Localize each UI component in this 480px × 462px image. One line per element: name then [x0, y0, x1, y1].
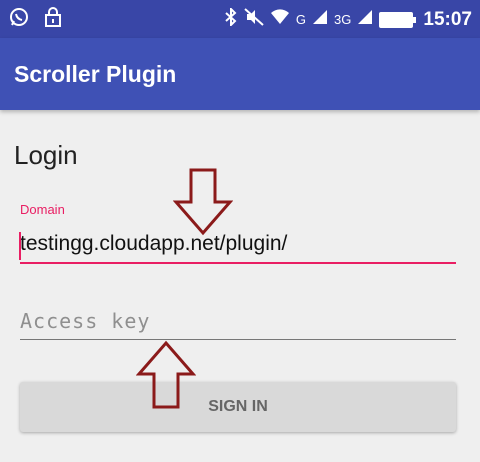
- mute-icon: [244, 8, 264, 31]
- whatsapp-icon: [8, 6, 30, 28]
- down-arrow-annotation: [173, 168, 233, 236]
- network-3g-label: 3G: [334, 12, 352, 27]
- up-arrow-annotation: [136, 340, 196, 409]
- signal-icon: [312, 9, 328, 30]
- domain-underline: [20, 262, 456, 264]
- access-key-underline: [20, 339, 456, 340]
- sign-in-button[interactable]: SIGN IN: [20, 382, 456, 432]
- domain-input[interactable]: testingg.cloudapp.net/plugin/: [20, 232, 287, 256]
- battery-icon: [379, 11, 417, 28]
- status-bar: G 3G 15:07: [0, 0, 480, 38]
- app-title: Scroller Plugin: [14, 61, 177, 87]
- domain-label: Domain: [20, 202, 65, 217]
- signal-3g-icon: [357, 9, 373, 30]
- clock: 15:07: [423, 8, 472, 30]
- network-g-label: G: [295, 12, 307, 27]
- app-bar: Scroller Plugin: [0, 38, 480, 110]
- lock-icon: [42, 6, 64, 28]
- bluetooth-icon: [224, 6, 238, 31]
- text-cursor: [19, 232, 21, 260]
- access-key-input[interactable]: [20, 306, 456, 336]
- wifi-icon: [270, 8, 290, 31]
- login-heading: Login: [14, 140, 78, 170]
